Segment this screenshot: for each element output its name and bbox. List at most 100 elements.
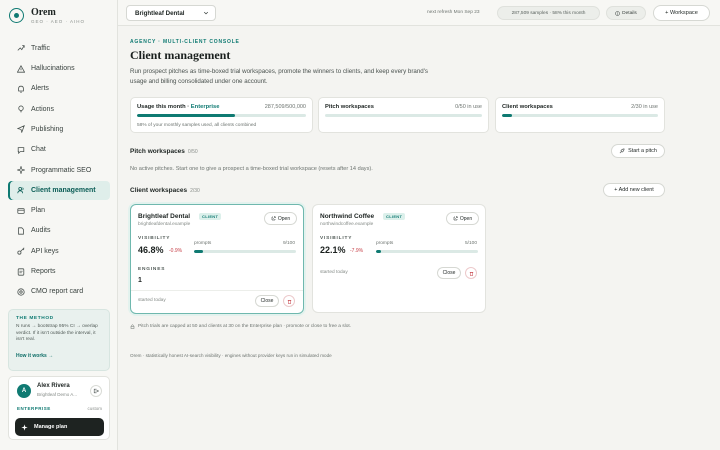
close-client-button[interactable]: Close — [437, 267, 461, 279]
open-client-button[interactable]: Open — [264, 212, 297, 225]
bell-icon — [16, 84, 25, 93]
sparkle-icon — [21, 423, 28, 431]
client-domain: northwindcoffee.example — [320, 222, 374, 227]
topbar: Brightleaf Dental next refresh Mon Sep 2… — [118, 0, 720, 26]
next-refresh-text: next refresh Mon Sep 23 — [427, 10, 480, 15]
sidebar-item-label: Audits — [31, 227, 51, 235]
how-it-works-link[interactable]: How it works → — [16, 353, 53, 359]
external-link-icon — [271, 216, 276, 221]
sidebar-item-hallucinations[interactable]: Hallucinations — [8, 59, 110, 78]
client-name: Northwind Coffee — [320, 213, 375, 220]
start-pitch-label: Start a pitch — [628, 148, 657, 154]
add-workspace-button[interactable]: + Workspace — [653, 5, 710, 21]
sidebar-item-programmatic-seo[interactable]: Programmatic SEO — [8, 161, 110, 180]
sidebar-item-traffic[interactable]: Traffic — [8, 39, 110, 58]
usage-label: Usage this month · Enterprise — [137, 104, 220, 110]
start-pitch-button[interactable]: Start a pitch — [611, 144, 665, 158]
brand[interactable]: Orem GEO · AEO · AIHO — [9, 7, 85, 24]
brand-tagline: GEO · AEO · AIHO — [31, 19, 86, 24]
sidebar-item-label: Actions — [31, 105, 54, 113]
visibility-value: 46.8% — [138, 245, 164, 255]
sidebar-item-label: Chat — [31, 146, 46, 154]
usage-card: Usage this month · Enterprise 287,509/50… — [130, 97, 313, 133]
client-stat-value: 2/30 in use — [631, 104, 658, 110]
file-icon — [16, 226, 25, 235]
started-text: started today — [320, 270, 348, 275]
sidebar-item-chat[interactable]: Chat — [8, 140, 110, 159]
method-title: THE METHOD — [16, 316, 54, 321]
sidebar-item-publishing[interactable]: Publishing — [8, 120, 110, 139]
details-label: Details — [622, 10, 637, 16]
prompts-bar-fill — [194, 250, 204, 253]
lightbulb-icon — [16, 105, 25, 114]
delete-client-button[interactable] — [283, 295, 295, 307]
client-card[interactable]: Brightleaf Dental CLIENT brightleafdenta… — [130, 204, 304, 314]
sidebar-item-label: Traffic — [31, 44, 51, 52]
close-client-button[interactable]: Close — [255, 295, 279, 307]
sidebar-item-label: Programmatic SEO — [31, 166, 92, 174]
footer-note: Orem · statistically honest AI-search vi… — [130, 353, 332, 358]
usage-tier: Enterprise — [190, 104, 220, 110]
samples-badge: 287,509 samples · 58% this month — [497, 6, 600, 20]
client-workspaces-card: Client workspaces 2/30 in use — [495, 97, 665, 133]
sidebar-item-audits[interactable]: Audits — [8, 222, 110, 241]
usage-value: 287,509/500,000 — [264, 104, 306, 110]
external-link-icon — [453, 216, 458, 221]
logout-button[interactable] — [90, 385, 102, 397]
chat-icon — [16, 145, 25, 154]
client-progress-fill — [502, 114, 513, 117]
sidebar-item-client-management[interactable]: Client management — [8, 181, 110, 200]
prompts-label: prompts — [376, 241, 394, 246]
workspace-label: + Workspace — [665, 10, 698, 16]
pitch-stat-label: Pitch workspaces — [325, 104, 374, 110]
sidebar-item-plan[interactable]: Plan — [8, 201, 110, 220]
page-eyebrow: AGENCY · MULTI-CLIENT CONSOLE — [130, 39, 240, 45]
prompts-bar — [376, 250, 478, 253]
manage-plan-button[interactable]: Manage plan — [15, 418, 104, 436]
plan-mode: custom — [87, 406, 102, 411]
add-new-client-button[interactable]: + Add new client — [603, 183, 665, 197]
client-section-count: 2/30 — [190, 188, 200, 194]
trending-up-icon — [16, 44, 25, 53]
sidebar-item-cmo-report-card[interactable]: CMO report card — [8, 283, 110, 302]
sidebar-item-label: Hallucinations — [31, 65, 75, 73]
logout-icon — [93, 388, 99, 394]
sidebar-item-label: API keys — [31, 247, 59, 255]
prompts-label: prompts — [194, 241, 212, 246]
sidebar-item-label: Reports — [31, 268, 56, 276]
usage-progress-fill — [137, 114, 236, 117]
sidebar-item-reports[interactable]: Reports — [8, 262, 110, 281]
details-button[interactable]: Details — [606, 6, 646, 20]
client-name: Brightleaf Dental — [138, 213, 191, 220]
client-progress-bar — [502, 114, 658, 117]
manage-plan-label: Manage plan — [34, 424, 68, 430]
client-select-value: Brightleaf Dental — [135, 9, 185, 17]
prompts-bar — [194, 250, 296, 253]
sparkle-icon — [16, 166, 25, 175]
sidebar-item-label: Client management — [31, 186, 96, 194]
user-org: Brightleaf Demo A... — [37, 392, 78, 397]
sidebar-item-actions[interactable]: Actions — [8, 100, 110, 119]
visibility-label: VISIBILITY — [138, 236, 171, 241]
divider — [131, 290, 303, 291]
visibility-delta: -7.9% — [350, 248, 364, 254]
pitch-stat-value: 0/50 in use — [455, 104, 482, 110]
page-title: Client management — [130, 48, 231, 62]
usage-note: 58% of your monthly samples used, all cl… — [137, 123, 257, 128]
sidebar-item-alerts[interactable]: Alerts — [8, 80, 110, 99]
client-select[interactable]: Brightleaf Dental — [126, 5, 216, 21]
delete-client-button[interactable] — [465, 267, 477, 279]
visibility-value: 22.1% — [320, 245, 346, 255]
client-card[interactable]: Northwind Coffee CLIENT northwindcoffee.… — [312, 204, 486, 313]
pitch-section-title: Pitch workspaces 0/50 — [130, 148, 198, 155]
report-icon — [16, 267, 25, 276]
warning-icon — [16, 64, 25, 73]
avatar[interactable]: A — [17, 384, 31, 398]
open-client-button[interactable]: Open — [446, 212, 479, 225]
visibility-delta: -0.9% — [169, 248, 183, 254]
sidebar-item-api-keys[interactable]: API keys — [8, 242, 110, 261]
main-content: AGENCY · MULTI-CLIENT CONSOLE Client man… — [118, 26, 720, 450]
rocket-icon — [619, 148, 625, 154]
sidebar-item-label: Plan — [31, 207, 46, 215]
key-icon — [16, 247, 25, 256]
